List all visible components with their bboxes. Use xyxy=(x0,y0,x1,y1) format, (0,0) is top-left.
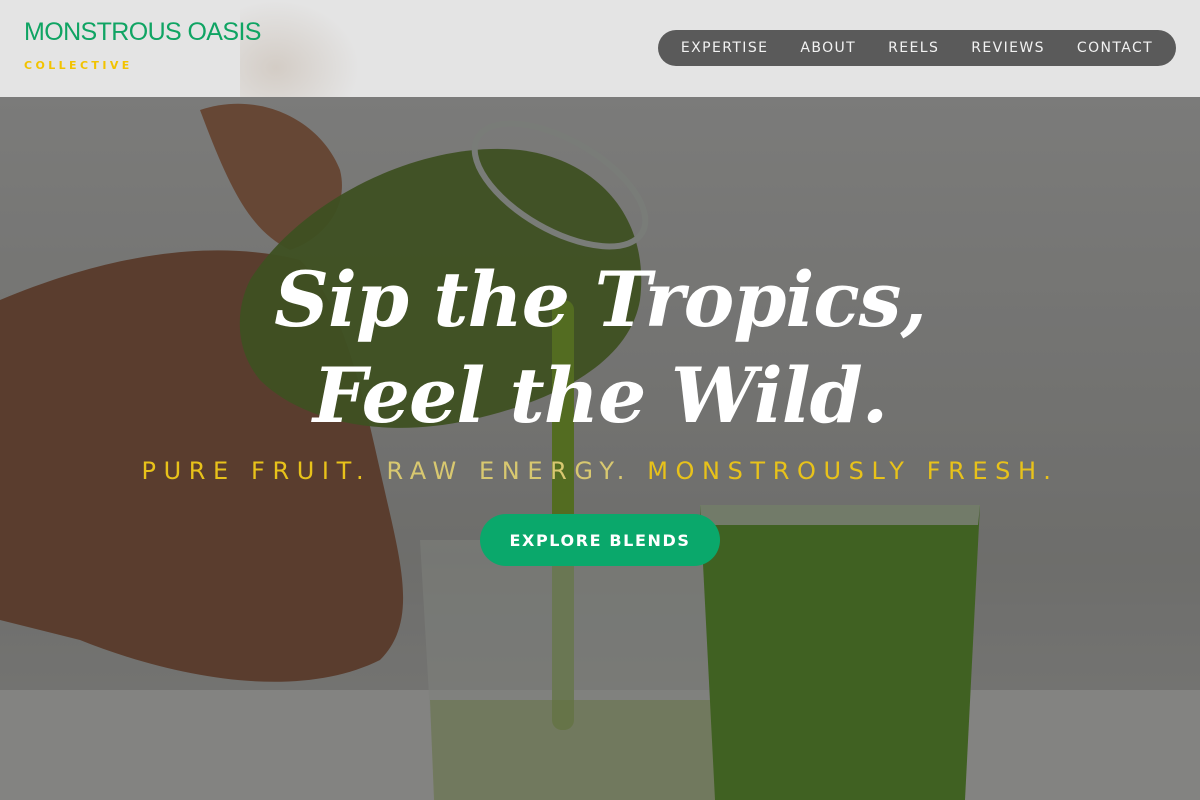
nav-item-expertise[interactable]: EXPERTISE xyxy=(681,40,768,56)
brand-logo[interactable]: MONSTROUS OASIS COLLECTIVE xyxy=(24,18,261,72)
hero-headline: Sip the Tropics, Feel the Wild. xyxy=(0,252,1200,444)
explore-blends-button[interactable]: EXPLORE BLENDS xyxy=(480,514,720,566)
hero-headline-line-2: Feel the Wild. xyxy=(312,351,888,440)
hero-tagline: PURE FRUIT. RAW ENERGY. MONSTROUSLY FRES… xyxy=(0,457,1200,485)
site-header: MONSTROUS OASIS COLLECTIVE EXPERTISE ABO… xyxy=(0,0,1200,97)
nav-item-about[interactable]: ABOUT xyxy=(800,40,856,56)
nav-item-contact[interactable]: CONTACT xyxy=(1077,40,1153,56)
main-nav: EXPERTISE ABOUT REELS REVIEWS CONTACT xyxy=(658,30,1176,66)
nav-item-reels[interactable]: REELS xyxy=(888,40,939,56)
hero-tagline-part-3: MONSTROUSLY FRESH. xyxy=(647,457,1059,485)
hero-tagline-part-2: RAW ENERGY. xyxy=(386,457,633,485)
brand-tagline: COLLECTIVE xyxy=(24,59,133,72)
nav-item-reviews[interactable]: REVIEWS xyxy=(971,40,1045,56)
hero-headline-line-1: Sip the Tropics, xyxy=(274,255,927,344)
brand-name: MONSTROUS OASIS xyxy=(24,18,261,46)
hero-tagline-part-1: PURE FRUIT. xyxy=(141,457,372,485)
